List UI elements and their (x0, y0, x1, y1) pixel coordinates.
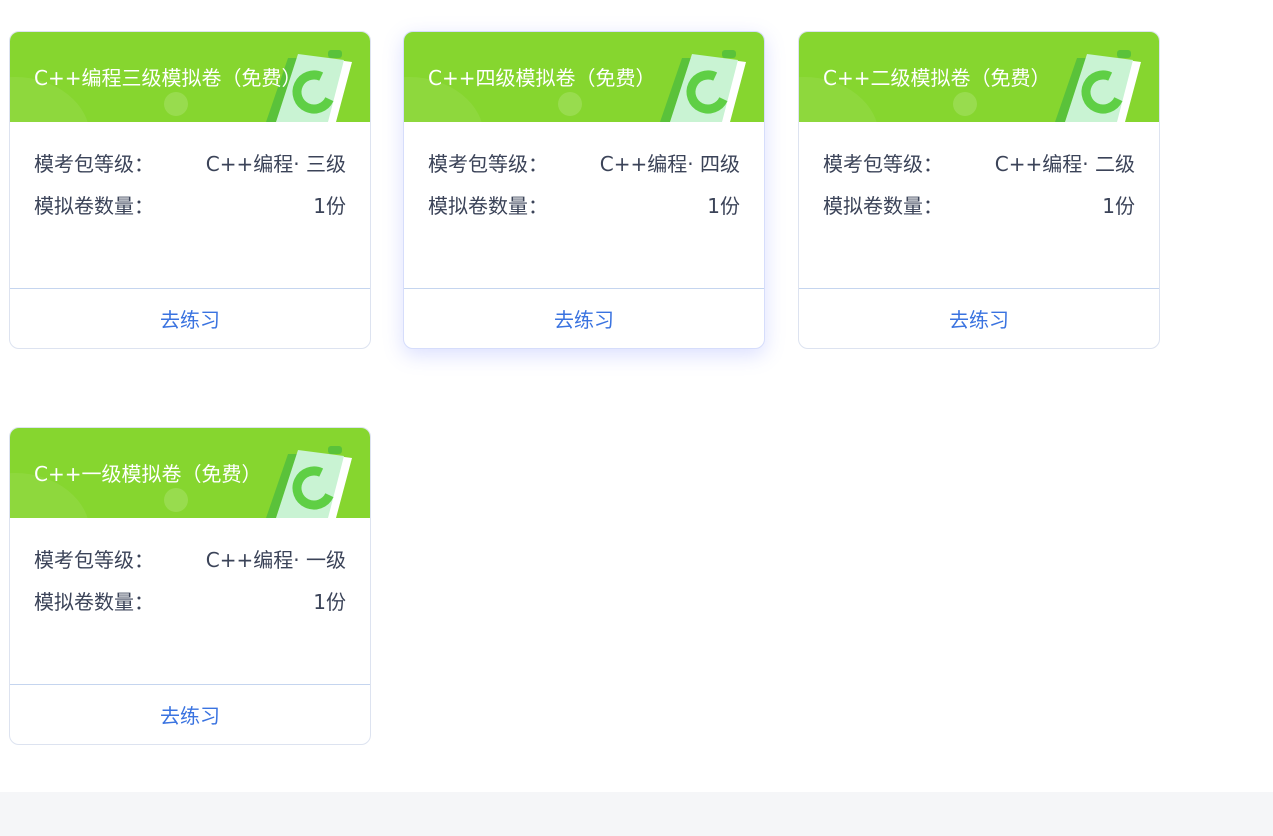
card-footer: 去练习 (10, 685, 370, 744)
card-header: C++一级模拟卷（免费） (10, 428, 370, 518)
card-body: 模考包等级： C++编程· 三级 模拟卷数量： 1份 (10, 122, 370, 289)
page-footer-band (0, 792, 1273, 836)
count-value: 1份 (313, 194, 346, 218)
exam-card-level2[interactable]: C++二级模拟卷（免费） 模考包等级： C++编程· 二级 模拟卷数量： 1份 … (798, 31, 1160, 349)
practice-link[interactable]: 去练习 (554, 304, 614, 333)
card-body: 模考包等级： C++编程· 四级 模拟卷数量： 1份 (404, 122, 764, 289)
card-body: 模考包等级： C++编程· 二级 模拟卷数量： 1份 (799, 122, 1159, 289)
level-value: C++编程· 二级 (994, 152, 1135, 176)
count-label: 模拟卷数量： (34, 590, 154, 614)
count-row: 模拟卷数量： 1份 (34, 193, 346, 219)
card-title: C++四级模拟卷（免费） (428, 66, 656, 90)
level-value: C++编程· 三级 (205, 152, 346, 176)
level-value: C++编程· 一级 (205, 548, 346, 572)
practice-link[interactable]: 去练习 (160, 700, 220, 729)
c-book-icon (660, 50, 746, 122)
count-label: 模拟卷数量： (34, 194, 154, 218)
decor-dot (164, 488, 188, 512)
count-row: 模拟卷数量： 1份 (34, 589, 346, 615)
count-value: 1份 (313, 590, 346, 614)
card-title: C++二级模拟卷（免费） (823, 66, 1051, 90)
card-footer: 去练习 (404, 289, 764, 348)
card-header: C++编程三级模拟卷（免费） (10, 32, 370, 122)
count-row: 模拟卷数量： 1份 (428, 193, 740, 219)
level-label: 模考包等级： (34, 152, 154, 176)
level-row: 模考包等级： C++编程· 二级 (823, 151, 1135, 177)
level-row: 模考包等级： C++编程· 一级 (34, 547, 346, 573)
count-label: 模拟卷数量： (823, 194, 943, 218)
page: C++编程三级模拟卷（免费） 模考包等级： C++编程· 三级 模拟卷数量： 1… (0, 0, 1273, 836)
level-label: 模考包等级： (428, 152, 548, 176)
card-footer: 去练习 (10, 289, 370, 348)
count-label: 模拟卷数量： (428, 194, 548, 218)
decor-dot (558, 92, 582, 116)
card-title: C++一级模拟卷（免费） (34, 462, 262, 486)
count-value: 1份 (1102, 194, 1135, 218)
level-row: 模考包等级： C++编程· 四级 (428, 151, 740, 177)
count-row: 模拟卷数量： 1份 (823, 193, 1135, 219)
exam-card-level4[interactable]: C++四级模拟卷（免费） 模考包等级： C++编程· 四级 模拟卷数量： 1份 … (403, 31, 765, 349)
decor-dot (953, 92, 977, 116)
card-header: C++二级模拟卷（免费） (799, 32, 1159, 122)
practice-link[interactable]: 去练习 (949, 304, 1009, 333)
level-row: 模考包等级： C++编程· 三级 (34, 151, 346, 177)
level-label: 模考包等级： (34, 548, 154, 572)
card-footer: 去练习 (799, 289, 1159, 348)
c-book-icon (1055, 50, 1141, 122)
level-label: 模考包等级： (823, 152, 943, 176)
card-header: C++四级模拟卷（免费） (404, 32, 764, 122)
card-body: 模考包等级： C++编程· 一级 模拟卷数量： 1份 (10, 518, 370, 685)
level-value: C++编程· 四级 (599, 152, 740, 176)
exam-card-level1[interactable]: C++一级模拟卷（免费） 模考包等级： C++编程· 一级 模拟卷数量： 1份 … (9, 427, 371, 745)
exam-card-level3[interactable]: C++编程三级模拟卷（免费） 模考包等级： C++编程· 三级 模拟卷数量： 1… (9, 31, 371, 349)
decor-dot (164, 92, 188, 116)
c-book-icon (266, 446, 352, 518)
count-value: 1份 (707, 194, 740, 218)
practice-link[interactable]: 去练习 (160, 304, 220, 333)
card-title: C++编程三级模拟卷（免费） (34, 66, 302, 90)
